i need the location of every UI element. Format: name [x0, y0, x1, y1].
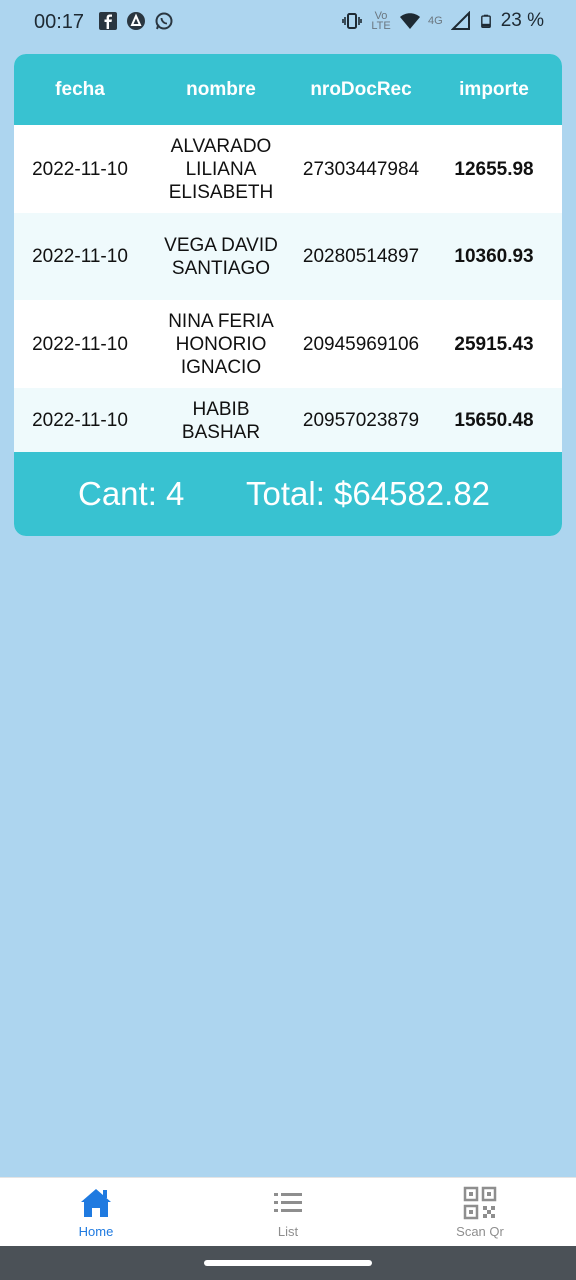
nav-home[interactable]: Home: [0, 1178, 192, 1246]
header-importe: importe: [459, 78, 529, 100]
list-icon: [274, 1193, 302, 1212]
nav-scan-qr-label: Scan Qr: [456, 1224, 504, 1239]
app-icon: [127, 12, 145, 30]
bottom-navigation: Home List Scan Qr: [0, 1177, 576, 1246]
header-nro-doc-rec: nroDocRec: [310, 78, 412, 100]
transactions-card: fecha nombre nroDocRec importe 2022-11-1…: [14, 54, 562, 536]
total-amount: Total: $64582.82: [246, 475, 491, 512]
cell-fecha: 2022-11-10: [32, 333, 128, 355]
table-row[interactable]: 2022-11-10 HABIB BASHAR 20957023879 1565…: [14, 388, 562, 453]
notification-icons: [98, 11, 174, 31]
nav-list[interactable]: List: [192, 1178, 384, 1246]
table-header: fecha nombre nroDocRec importe: [14, 54, 562, 125]
nav-home-label: Home: [78, 1224, 114, 1239]
cell-nro-doc-rec: 20945969106: [302, 333, 420, 355]
status-bar: 00:17 Vo LTE 4G 23 %: [0, 0, 576, 44]
table-row[interactable]: 2022-11-10 ALVARADO LILIANA ELISABETH 27…: [14, 125, 562, 213]
network-type: 4G: [428, 15, 443, 27]
cell-nro-doc-rec: 20280514897: [302, 246, 420, 267]
header-nombre: nombre: [186, 78, 256, 100]
qr-code-icon: [463, 1186, 497, 1220]
cell-nombre: ALVARADO LILIANA ELISABETH: [168, 135, 274, 203]
facebook-icon: [99, 12, 117, 30]
cell-nro-doc-rec: 20957023879: [302, 410, 420, 431]
record-count: Cant: 4: [78, 475, 185, 512]
summary-bar: Cant: 4 Total: $64582.82: [14, 452, 562, 536]
nav-scan-qr[interactable]: Scan Qr: [384, 1178, 576, 1246]
table-row[interactable]: 2022-11-10 VEGA DAVID SANTIAGO 202805148…: [14, 213, 562, 300]
battery-percent: 23 %: [500, 10, 544, 31]
battery-icon: [480, 14, 491, 28]
cell-nro-doc-rec: 27303447984: [302, 158, 420, 180]
vibrate-icon: [342, 13, 362, 29]
cell-importe: 25915.43: [454, 333, 534, 355]
system-navigation-bar: [0, 1246, 576, 1280]
cell-nombre: VEGA DAVID SANTIAGO: [164, 234, 278, 279]
table-row[interactable]: 2022-11-10 NINA FERIA HONORIO IGNACIO 20…: [14, 300, 562, 388]
volte-icon: Vo LTE: [371, 10, 391, 32]
cell-importe: 12655.98: [454, 158, 534, 180]
home-icon: [81, 1189, 111, 1217]
cell-fecha: 2022-11-10: [32, 158, 128, 180]
cell-importe: 15650.48: [454, 410, 534, 431]
whatsapp-icon: [155, 12, 173, 30]
cell-importe: 10360.93: [454, 246, 534, 267]
status-time: 00:17: [34, 11, 85, 33]
cell-nombre: HABIB BASHAR: [181, 398, 261, 443]
system-icons: Vo LTE 4G 23 %: [342, 10, 544, 32]
cell-fecha: 2022-11-10: [32, 410, 128, 431]
nav-list-label: List: [277, 1224, 299, 1239]
cell-fecha: 2022-11-10: [32, 246, 128, 267]
home-gesture-handle[interactable]: [204, 1260, 372, 1266]
signal-icon: [450, 11, 470, 30]
header-fecha: fecha: [55, 78, 105, 100]
wifi-icon: [400, 13, 420, 29]
cell-nombre: NINA FERIA HONORIO IGNACIO: [168, 310, 274, 378]
